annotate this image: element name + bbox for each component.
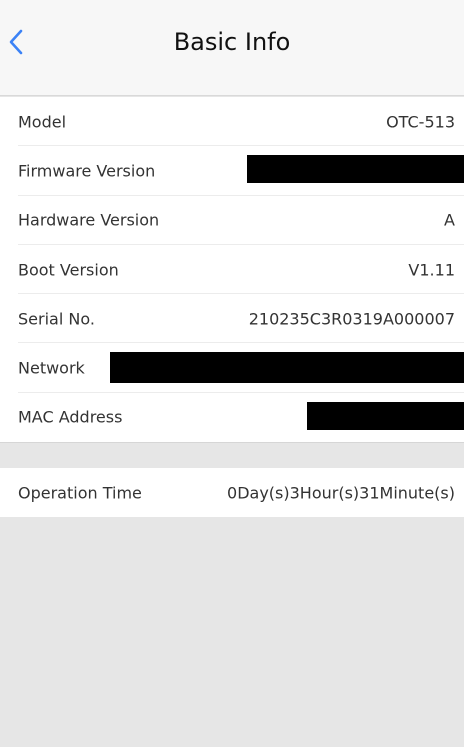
operation-time-row: Operation Time 0Day(s)3Hour(s)31Minute(s… bbox=[0, 468, 464, 517]
boot-value: V1.11 bbox=[408, 260, 455, 280]
operation-time-label: Operation Time bbox=[18, 483, 142, 503]
device-info-list: Model OTC-513 Firmware Version Hardware … bbox=[0, 97, 464, 442]
hardware-label: Hardware Version bbox=[18, 210, 160, 230]
firmware-value-redacted bbox=[247, 155, 464, 184]
operation-time-value: 0Day(s)3Hour(s)31Minute(s) bbox=[227, 483, 455, 503]
model-label: Model bbox=[18, 112, 67, 132]
section-spacer bbox=[0, 442, 464, 467]
basic-info-screen: Basic Info Model OTC-513 Firmware Versio… bbox=[0, 0, 464, 747]
serial-row: Serial No. 210235C3R0319A000007 bbox=[0, 294, 464, 344]
network-value-redacted bbox=[110, 352, 464, 384]
model-row: Model OTC-513 bbox=[0, 97, 464, 147]
serial-value: 210235C3R0319A000007 bbox=[248, 309, 455, 329]
boot-row: Boot Version V1.11 bbox=[0, 245, 464, 295]
firmware-row: Firmware Version bbox=[0, 146, 464, 196]
mac-row: MAC Address bbox=[0, 393, 464, 442]
hardware-value: A bbox=[444, 210, 455, 230]
network-label: Network bbox=[18, 358, 85, 378]
firmware-label: Firmware Version bbox=[18, 161, 156, 181]
mac-label: MAC Address bbox=[18, 407, 123, 427]
serial-label: Serial No. bbox=[18, 309, 95, 329]
mac-value-redacted bbox=[307, 401, 464, 430]
page-title: Basic Info bbox=[173, 28, 291, 56]
hardware-row: Hardware Version A bbox=[0, 196, 464, 245]
network-row: Network bbox=[0, 343, 464, 393]
navigation-header: Basic Info bbox=[0, 0, 464, 96]
operation-list: Operation Time 0Day(s)3Hour(s)31Minute(s… bbox=[0, 468, 464, 517]
boot-label: Boot Version bbox=[18, 260, 119, 280]
model-value: OTC-513 bbox=[386, 112, 455, 132]
